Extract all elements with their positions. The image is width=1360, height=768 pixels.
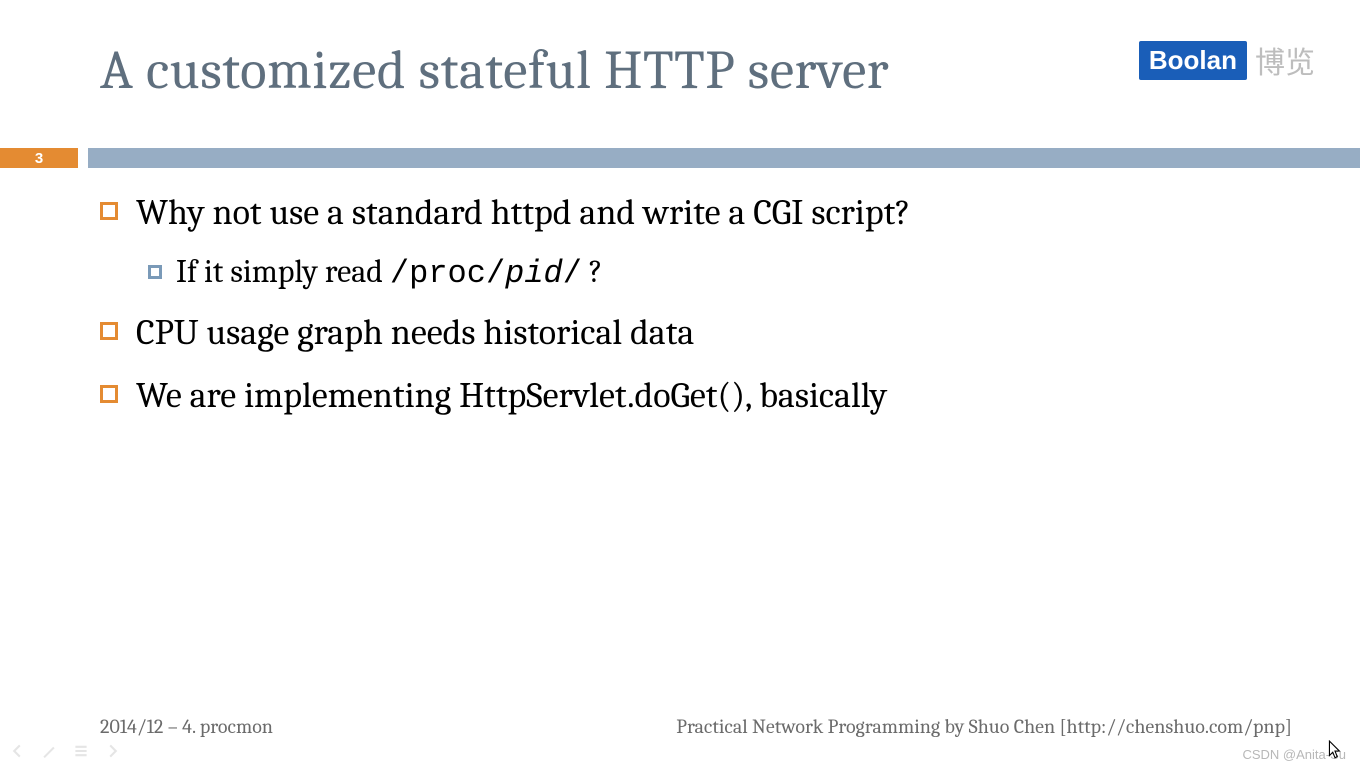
bullet-marker-icon	[100, 202, 118, 220]
logo-cn: 博览	[1255, 38, 1315, 82]
bullet-item: We are implementing HttpServlet.doGet(),…	[100, 373, 1300, 418]
sub-bullet-text: If it simply read /proc/pid/ ?	[176, 253, 603, 292]
sub-text-mono-italic: pid	[505, 255, 563, 292]
header: A customized stateful HTTP server Boolan…	[0, 0, 1360, 102]
logo-boolan: Boolan	[1139, 41, 1247, 80]
bullet-text: Why not use a standard httpd and write a…	[136, 190, 910, 235]
divider-bar	[88, 148, 1360, 168]
bullet-marker-icon	[100, 385, 118, 403]
bullet-text: CPU usage graph needs historical data	[136, 310, 694, 355]
next-slide-icon[interactable]	[104, 742, 122, 760]
watermark: CSDN @Anita-Su	[1242, 747, 1346, 762]
sub-text-suffix: ?	[582, 253, 603, 290]
bullet-item: Why not use a standard httpd and write a…	[100, 190, 1300, 235]
content-area: Why not use a standard httpd and write a…	[100, 190, 1300, 436]
pen-icon[interactable]	[40, 742, 58, 760]
logo-area: Boolan 博览	[1139, 38, 1315, 82]
sub-text-prefix: If it simply read	[176, 253, 390, 290]
sub-bullet-marker-icon	[148, 265, 162, 279]
footer-left: 2014/12 – 4. procmon	[100, 715, 273, 738]
sub-text-mono2: /	[563, 255, 582, 292]
bullet-marker-icon	[100, 322, 118, 340]
page-number-badge: 3	[0, 148, 78, 168]
prev-slide-icon[interactable]	[8, 742, 26, 760]
divider-gap	[78, 148, 88, 168]
sub-bullet-item: If it simply read /proc/pid/ ?	[148, 253, 1300, 292]
divider-row: 3	[0, 148, 1360, 168]
footer-right: Practical Network Programming by Shuo Ch…	[676, 715, 1292, 738]
bullet-item: CPU usage graph needs historical data	[100, 310, 1300, 355]
menu-icon[interactable]	[72, 742, 90, 760]
bullet-text: We are implementing HttpServlet.doGet(),…	[136, 373, 887, 418]
sub-text-mono: /proc/	[390, 255, 505, 292]
slide-nav-controls	[8, 742, 122, 760]
